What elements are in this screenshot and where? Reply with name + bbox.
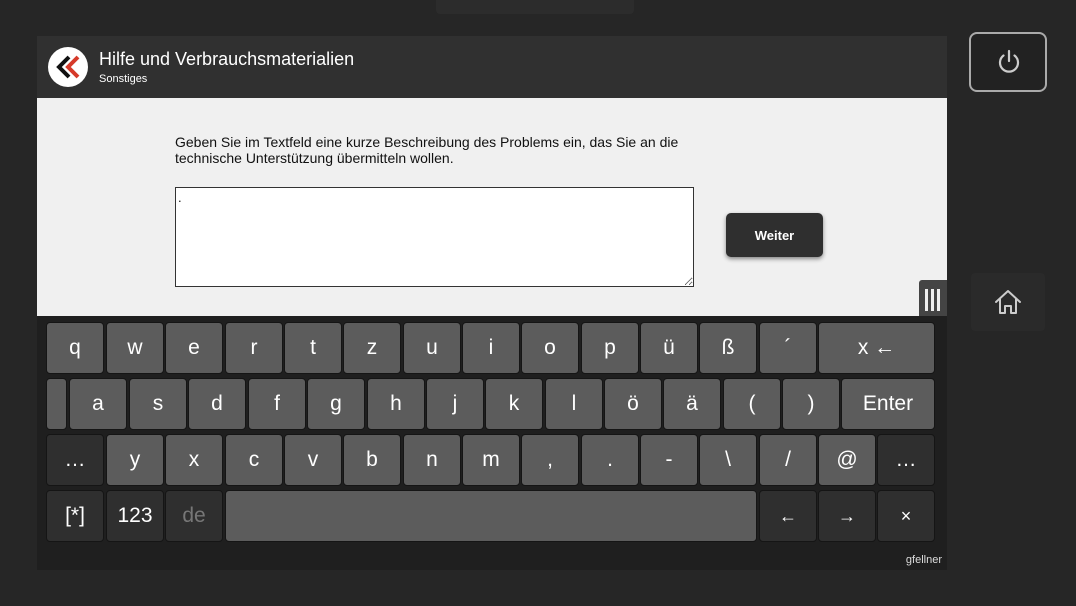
on-screen-keyboard: q w e r t z u i o p ü ß ´ x ← a s d f g …: [37, 316, 947, 570]
key-w[interactable]: w: [106, 322, 164, 374]
key-oe[interactable]: ö: [604, 378, 662, 430]
header: Hilfe und Verbrauchsmaterialien Sonstige…: [37, 36, 947, 98]
instructions-text: Geben Sie im Textfeld eine kurze Beschre…: [175, 134, 679, 166]
keyboard-handle[interactable]: [919, 280, 947, 320]
power-icon: [998, 49, 1020, 73]
key-d[interactable]: d: [188, 378, 246, 430]
next-button[interactable]: Weiter: [726, 213, 823, 257]
main-panel: Hilfe und Verbrauchsmaterialien Sonstige…: [37, 36, 947, 570]
key-a[interactable]: a: [69, 378, 127, 430]
key-slash[interactable]: /: [759, 434, 817, 486]
description-textarea[interactable]: [175, 187, 694, 287]
key-l[interactable]: l: [545, 378, 603, 430]
key-t[interactable]: t: [284, 322, 342, 374]
key-h[interactable]: h: [367, 378, 425, 430]
key-paren-open[interactable]: (: [723, 378, 781, 430]
key-paren-close[interactable]: ): [782, 378, 840, 430]
key-o[interactable]: o: [521, 322, 579, 374]
back-button[interactable]: [48, 47, 88, 87]
key-ue[interactable]: ü: [640, 322, 698, 374]
username-label: gfellner: [905, 554, 942, 566]
page-subtitle: Sonstiges: [99, 73, 148, 85]
key-numbers[interactable]: 123: [106, 490, 164, 542]
key-hyphen[interactable]: -: [640, 434, 698, 486]
top-tab: [436, 0, 634, 14]
key-c[interactable]: c: [225, 434, 283, 486]
cursor-left-key[interactable]: ←: [759, 490, 817, 542]
key-acute[interactable]: ´: [759, 322, 817, 374]
space-bar[interactable]: [225, 490, 757, 542]
key-more-right[interactable]: …: [877, 434, 935, 486]
key-q[interactable]: q: [46, 322, 104, 374]
power-button[interactable]: [969, 32, 1047, 92]
key-ae[interactable]: ä: [663, 378, 721, 430]
close-keyboard-key[interactable]: ×: [877, 490, 935, 542]
key-s[interactable]: s: [129, 378, 187, 430]
key-comma[interactable]: ,: [521, 434, 579, 486]
double-chevron-left-icon: [56, 55, 80, 79]
key-spacer[interactable]: [46, 378, 67, 430]
key-b[interactable]: b: [343, 434, 401, 486]
enter-key[interactable]: Enter: [841, 378, 935, 430]
key-e[interactable]: e: [165, 322, 223, 374]
key-language[interactable]: de: [165, 490, 223, 542]
key-z[interactable]: z: [343, 322, 401, 374]
keyboard-handle-icon: [925, 289, 928, 311]
key-more-left[interactable]: …: [46, 434, 104, 486]
page-title: Hilfe und Verbrauchsmaterialien: [99, 49, 355, 69]
key-m[interactable]: m: [462, 434, 520, 486]
key-v[interactable]: v: [284, 434, 342, 486]
cursor-right-key[interactable]: →: [818, 490, 876, 542]
key-n[interactable]: n: [403, 434, 461, 486]
key-symbols[interactable]: [*]: [46, 490, 104, 542]
home-icon: [995, 290, 1021, 314]
key-backslash[interactable]: \: [699, 434, 757, 486]
key-g[interactable]: g: [307, 378, 365, 430]
key-sz[interactable]: ß: [699, 322, 757, 374]
backspace-key[interactable]: x ←: [818, 322, 935, 374]
key-u[interactable]: u: [403, 322, 461, 374]
key-i[interactable]: i: [462, 322, 520, 374]
key-k[interactable]: k: [485, 378, 543, 430]
key-period[interactable]: .: [581, 434, 639, 486]
key-x[interactable]: x: [165, 434, 223, 486]
key-y[interactable]: y: [106, 434, 164, 486]
content-area: Geben Sie im Textfeld eine kurze Beschre…: [37, 98, 947, 316]
home-button[interactable]: [971, 273, 1045, 331]
key-at[interactable]: @: [818, 434, 876, 486]
key-p[interactable]: p: [581, 322, 639, 374]
key-j[interactable]: j: [426, 378, 484, 430]
key-f[interactable]: f: [248, 378, 306, 430]
key-r[interactable]: r: [225, 322, 283, 374]
